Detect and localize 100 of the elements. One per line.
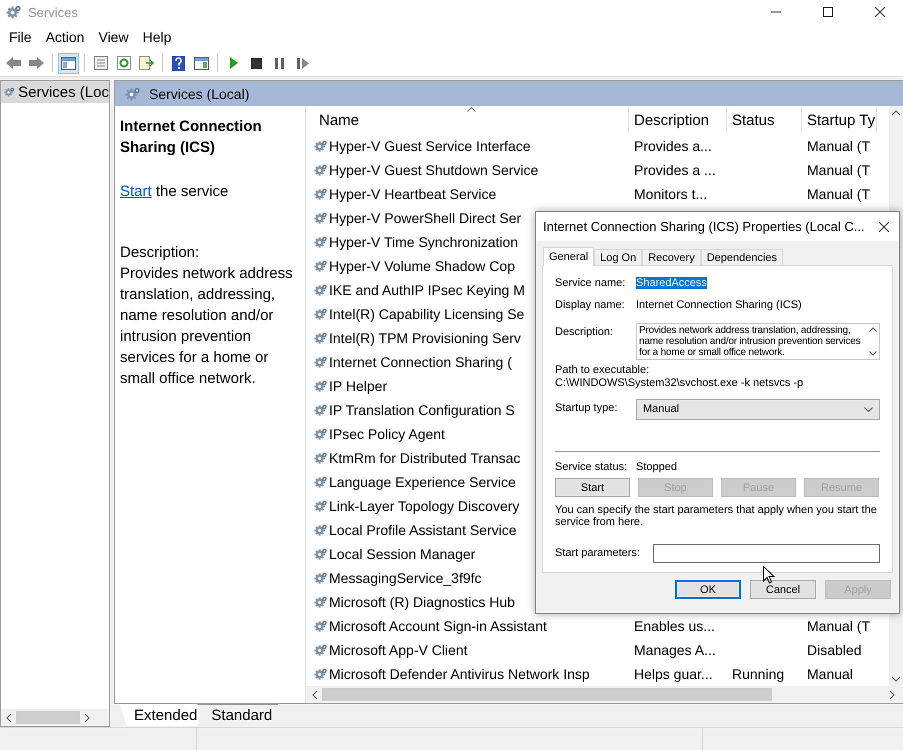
service-name[interactable]: Intel(R) TPM Provisioning Serv (329, 330, 521, 346)
scroll-up-icon[interactable] (892, 110, 900, 116)
window-title: Services (28, 4, 79, 20)
start-parameters-field[interactable] (653, 544, 880, 562)
startup-type-dropdown[interactable]: Manual (636, 398, 880, 420)
gear-icon (314, 403, 328, 417)
hint-text: You can specify the start parameters that apply when you start the service from here. (555, 504, 878, 528)
service-name[interactable]: KtmRm for Distributed Transac (329, 450, 520, 466)
gear-icon (314, 379, 328, 393)
path-label: Path to executable: (555, 364, 650, 376)
service-status-value: Stopped (636, 460, 677, 473)
column-header[interactable]: Status (727, 107, 802, 133)
gear-icon (314, 331, 328, 345)
startup-cell: Manual (T (807, 162, 870, 178)
service-name[interactable]: IKE and AuthIP IPsec Keying M (329, 282, 525, 298)
menu-item[interactable]: File (2, 29, 39, 45)
gear-icon (6, 4, 22, 20)
field-label: Description: (555, 325, 614, 338)
service-name[interactable]: IP Translation Configuration S (329, 402, 515, 418)
startup-cell: Manual (807, 666, 853, 682)
service-name[interactable]: Intel(R) Capability Licensing Se (329, 306, 524, 322)
dialog-title: Internet Connection Sharing (ICS) Properties (Local C... (543, 219, 866, 234)
service-name[interactable]: Microsoft Account Sign-in Assistant (329, 618, 547, 634)
service-name[interactable]: Hyper-V Time Synchronization (329, 234, 518, 250)
scroll-left-icon[interactable] (6, 714, 12, 722)
description-box: Provides network address translation, addressing, name resolution and/or intrusion prevention services for a home or small office network. (636, 323, 880, 360)
service-name[interactable]: Local Profile Assistant Service (329, 522, 517, 538)
scroll-right-icon[interactable] (84, 714, 90, 722)
maximize-icon[interactable] (823, 7, 833, 17)
gear-icon (314, 355, 328, 369)
service-name[interactable]: IPsec Policy Agent (329, 426, 445, 442)
gear-icon (314, 643, 328, 657)
column-header[interactable]: Name (306, 107, 629, 133)
description-label: Description: (120, 243, 200, 263)
path-value: C:\WINDOWS\System32\svchost.exe -k netsvcs -p (555, 376, 804, 389)
gear-icon (314, 523, 328, 537)
description-cell: Enables us... (634, 618, 715, 634)
service-name[interactable]: Hyper-V PowerShell Direct Ser (329, 210, 522, 226)
gear-icon (314, 307, 328, 321)
column-header[interactable]: Startup Ty (802, 107, 877, 133)
description-cell: Provides a... (634, 138, 712, 154)
gear-icon (314, 619, 328, 633)
scroll-up-icon[interactable] (869, 327, 877, 332)
gear-icon (314, 211, 328, 225)
description-cell: Helps guar... (634, 666, 713, 682)
dialog-button[interactable]: OK (675, 580, 741, 599)
startup-cell: Manual (T (807, 618, 870, 634)
dialog-button[interactable]: Cancel (750, 580, 816, 599)
tree-item[interactable]: Services (Loc (1, 81, 109, 103)
close-icon[interactable] (879, 222, 889, 232)
start-link[interactable]: Start (120, 183, 152, 200)
description-cell: Monitors t... (634, 186, 708, 202)
horizontal-scrollbar[interactable] (306, 686, 903, 703)
service-name[interactable]: Hyper-V Guest Shutdown Service (329, 162, 538, 178)
dialog-tab[interactable]: Dependencies (700, 249, 784, 265)
service-description: Provides network address translation, addressing, name resolution and/or intrusion prevention services for a home or small office network. (120, 264, 294, 389)
service-name[interactable]: Hyper-V Guest Service Interface (329, 138, 531, 154)
gear-icon (314, 235, 328, 249)
service-name[interactable]: Hyper-V Heartbeat Service (329, 186, 496, 202)
service-name[interactable]: Microsoft (R) Diagnostics Hub (329, 594, 515, 610)
gear-icon (314, 547, 328, 561)
field-label: Service name: (555, 276, 626, 289)
menu-item[interactable]: Help (136, 29, 178, 45)
service-name[interactable]: Link-Layer Topology Discovery (329, 498, 520, 514)
dialog-tab[interactable]: Recovery (642, 249, 701, 265)
service-control-button[interactable]: Start (555, 478, 630, 497)
close-icon[interactable] (875, 7, 885, 17)
horizontal-scrollbar[interactable] (1, 709, 109, 726)
service-name[interactable]: MessagingService_3f9fc (329, 570, 482, 586)
service-name[interactable]: Hyper-V Volume Shadow Cop (329, 258, 515, 274)
console-tree-icon[interactable] (58, 52, 79, 74)
gear-icon (314, 499, 328, 513)
field-label: Start parameters: (555, 547, 641, 559)
gear-icon (125, 86, 141, 102)
service-name[interactable]: Microsoft Defender Antivirus Network Insp (329, 666, 590, 682)
service-name[interactable]: Language Experience Service (329, 474, 516, 490)
service-title: Internet Connection Sharing (ICS) (120, 117, 263, 158)
dialog-tab[interactable]: General (543, 247, 594, 266)
gear-icon (314, 259, 328, 273)
startup-cell: Manual (T (807, 186, 870, 202)
menu-item[interactable]: View (91, 29, 136, 45)
service-name[interactable]: Local Session Manager (329, 546, 476, 562)
gear-icon (314, 139, 328, 153)
service-name[interactable]: Microsoft App-V Client (329, 642, 468, 658)
menu-item[interactable]: Action (38, 29, 92, 45)
gear-icon (314, 187, 328, 201)
description-cell: Provides a ... (634, 162, 716, 178)
service-name[interactable]: Internet Connection Sharing ( (329, 354, 512, 370)
scroll-down-icon[interactable] (869, 351, 877, 356)
dialog-tab[interactable]: Log On (594, 249, 642, 265)
link-text: the service (156, 183, 228, 200)
column-header[interactable]: Description (629, 107, 727, 133)
gear-icon (314, 163, 328, 177)
service-name[interactable]: IP Helper (329, 378, 388, 394)
gear-icon (314, 475, 328, 489)
scroll-right-icon[interactable] (889, 690, 895, 698)
scroll-down-icon[interactable] (892, 676, 900, 682)
field-label: Service status: (555, 460, 628, 473)
gear-icon (314, 451, 328, 465)
scroll-left-icon[interactable] (312, 690, 318, 698)
